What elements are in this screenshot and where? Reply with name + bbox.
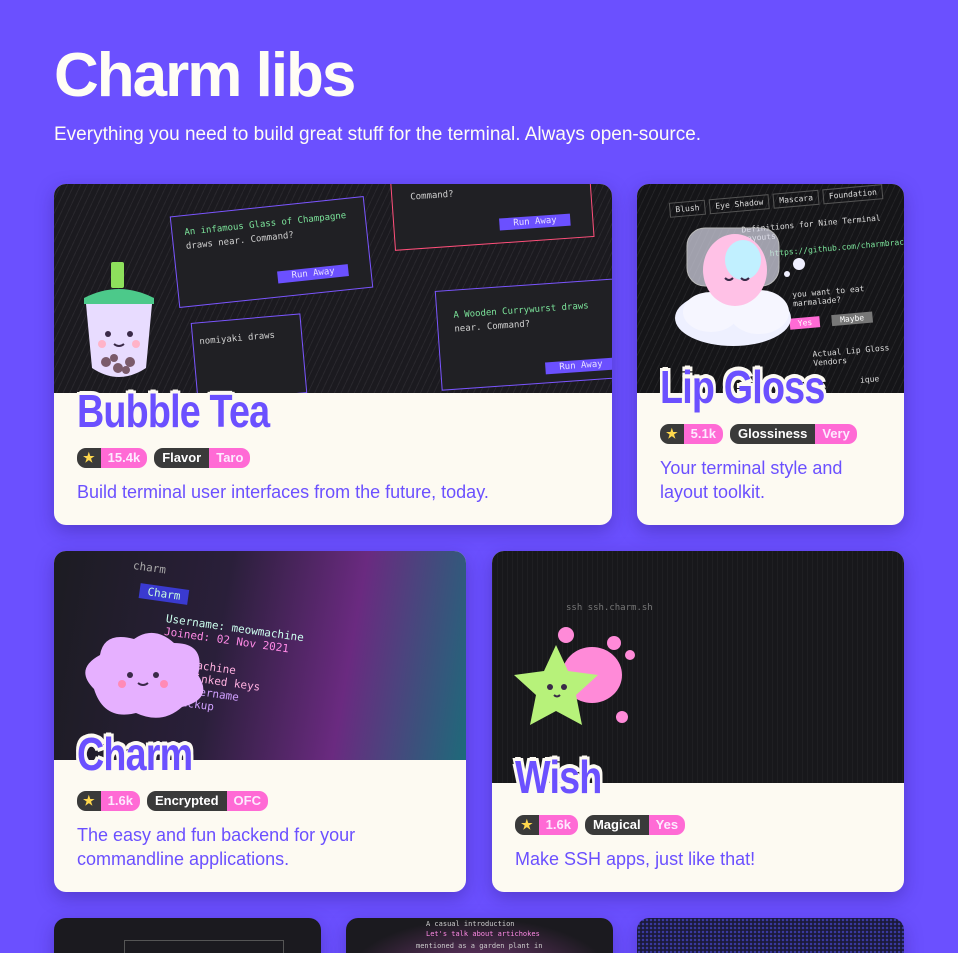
magical-badge: Magical Yes	[584, 815, 686, 835]
card-charm[interactable]: charm Charm Username: meowmachine Joined…	[54, 551, 466, 892]
wish-art: ssh ssh.charm.sh	[492, 551, 904, 783]
card-bubble-tea[interactable]: Command? Run Away An infamous Glass of C…	[54, 184, 612, 525]
bubble-tea-mascot-icon	[84, 262, 154, 377]
card-description: Build terminal user interfaces from the …	[77, 482, 489, 502]
wish-mascot-icon	[514, 627, 635, 725]
star-icon: ★	[77, 448, 101, 468]
card-title: Bubble Tea	[77, 385, 270, 437]
badge-row: ★ 1.6k Encrypted OFC	[77, 791, 268, 811]
glossiness-badge: Glossiness Very	[729, 424, 857, 444]
page-title: Charm libs	[54, 41, 356, 110]
encrypted-badge: Encrypted OFC	[146, 791, 268, 811]
flavor-badge: Flavor Taro	[154, 448, 251, 468]
lip-gloss-mascot-icon	[675, 227, 805, 346]
badge-row: ★ 1.6k Magical Yes	[515, 815, 686, 835]
card-wish[interactable]: ssh ssh.charm.sh Wish ★ 1.6k Magical Yes M…	[492, 551, 904, 892]
page-subtitle: Everything you need to build great stuff…	[54, 124, 702, 145]
badge-row: ★ 5.1k Glossiness Very	[660, 424, 857, 444]
card-bottom-2[interactable]: A casual introduction Let's talk about a…	[346, 918, 613, 953]
card-bottom-3[interactable]	[637, 918, 904, 953]
card-bottom-1[interactable]	[54, 918, 321, 953]
terminal-window: A Wooden Currywurst draws near. Command?…	[434, 277, 612, 391]
badge-row: ★ 15.4k Flavor Taro	[77, 448, 251, 468]
card-description: Make SSH apps, just like that!	[515, 849, 756, 869]
bubble-tea-art: Command? Run Away An infamous Glass of C…	[54, 184, 612, 393]
star-icon: ★	[660, 424, 684, 444]
stars-badge: ★ 15.4k	[77, 448, 148, 468]
card-description: Your terminal style and layout toolkit.	[660, 458, 843, 502]
terminal-window: nomiyaki draws	[190, 313, 308, 393]
stars-badge: ★ 1.6k	[515, 815, 578, 835]
stars-badge: ★ 5.1k	[660, 424, 723, 444]
star-icon: ★	[77, 791, 101, 811]
card-description: The easy and fun backend for your comman…	[77, 825, 356, 869]
card-title: Charm	[77, 728, 193, 780]
card-title: Wish	[515, 751, 602, 803]
card-title: Lip Gloss	[660, 361, 825, 413]
charm-mascot-icon	[85, 632, 204, 718]
card-lip-gloss[interactable]: Blush Eye Shadow Mascara Foundation Defi…	[637, 184, 904, 525]
stars-badge: ★ 1.6k	[77, 791, 140, 811]
star-icon: ★	[515, 815, 539, 835]
